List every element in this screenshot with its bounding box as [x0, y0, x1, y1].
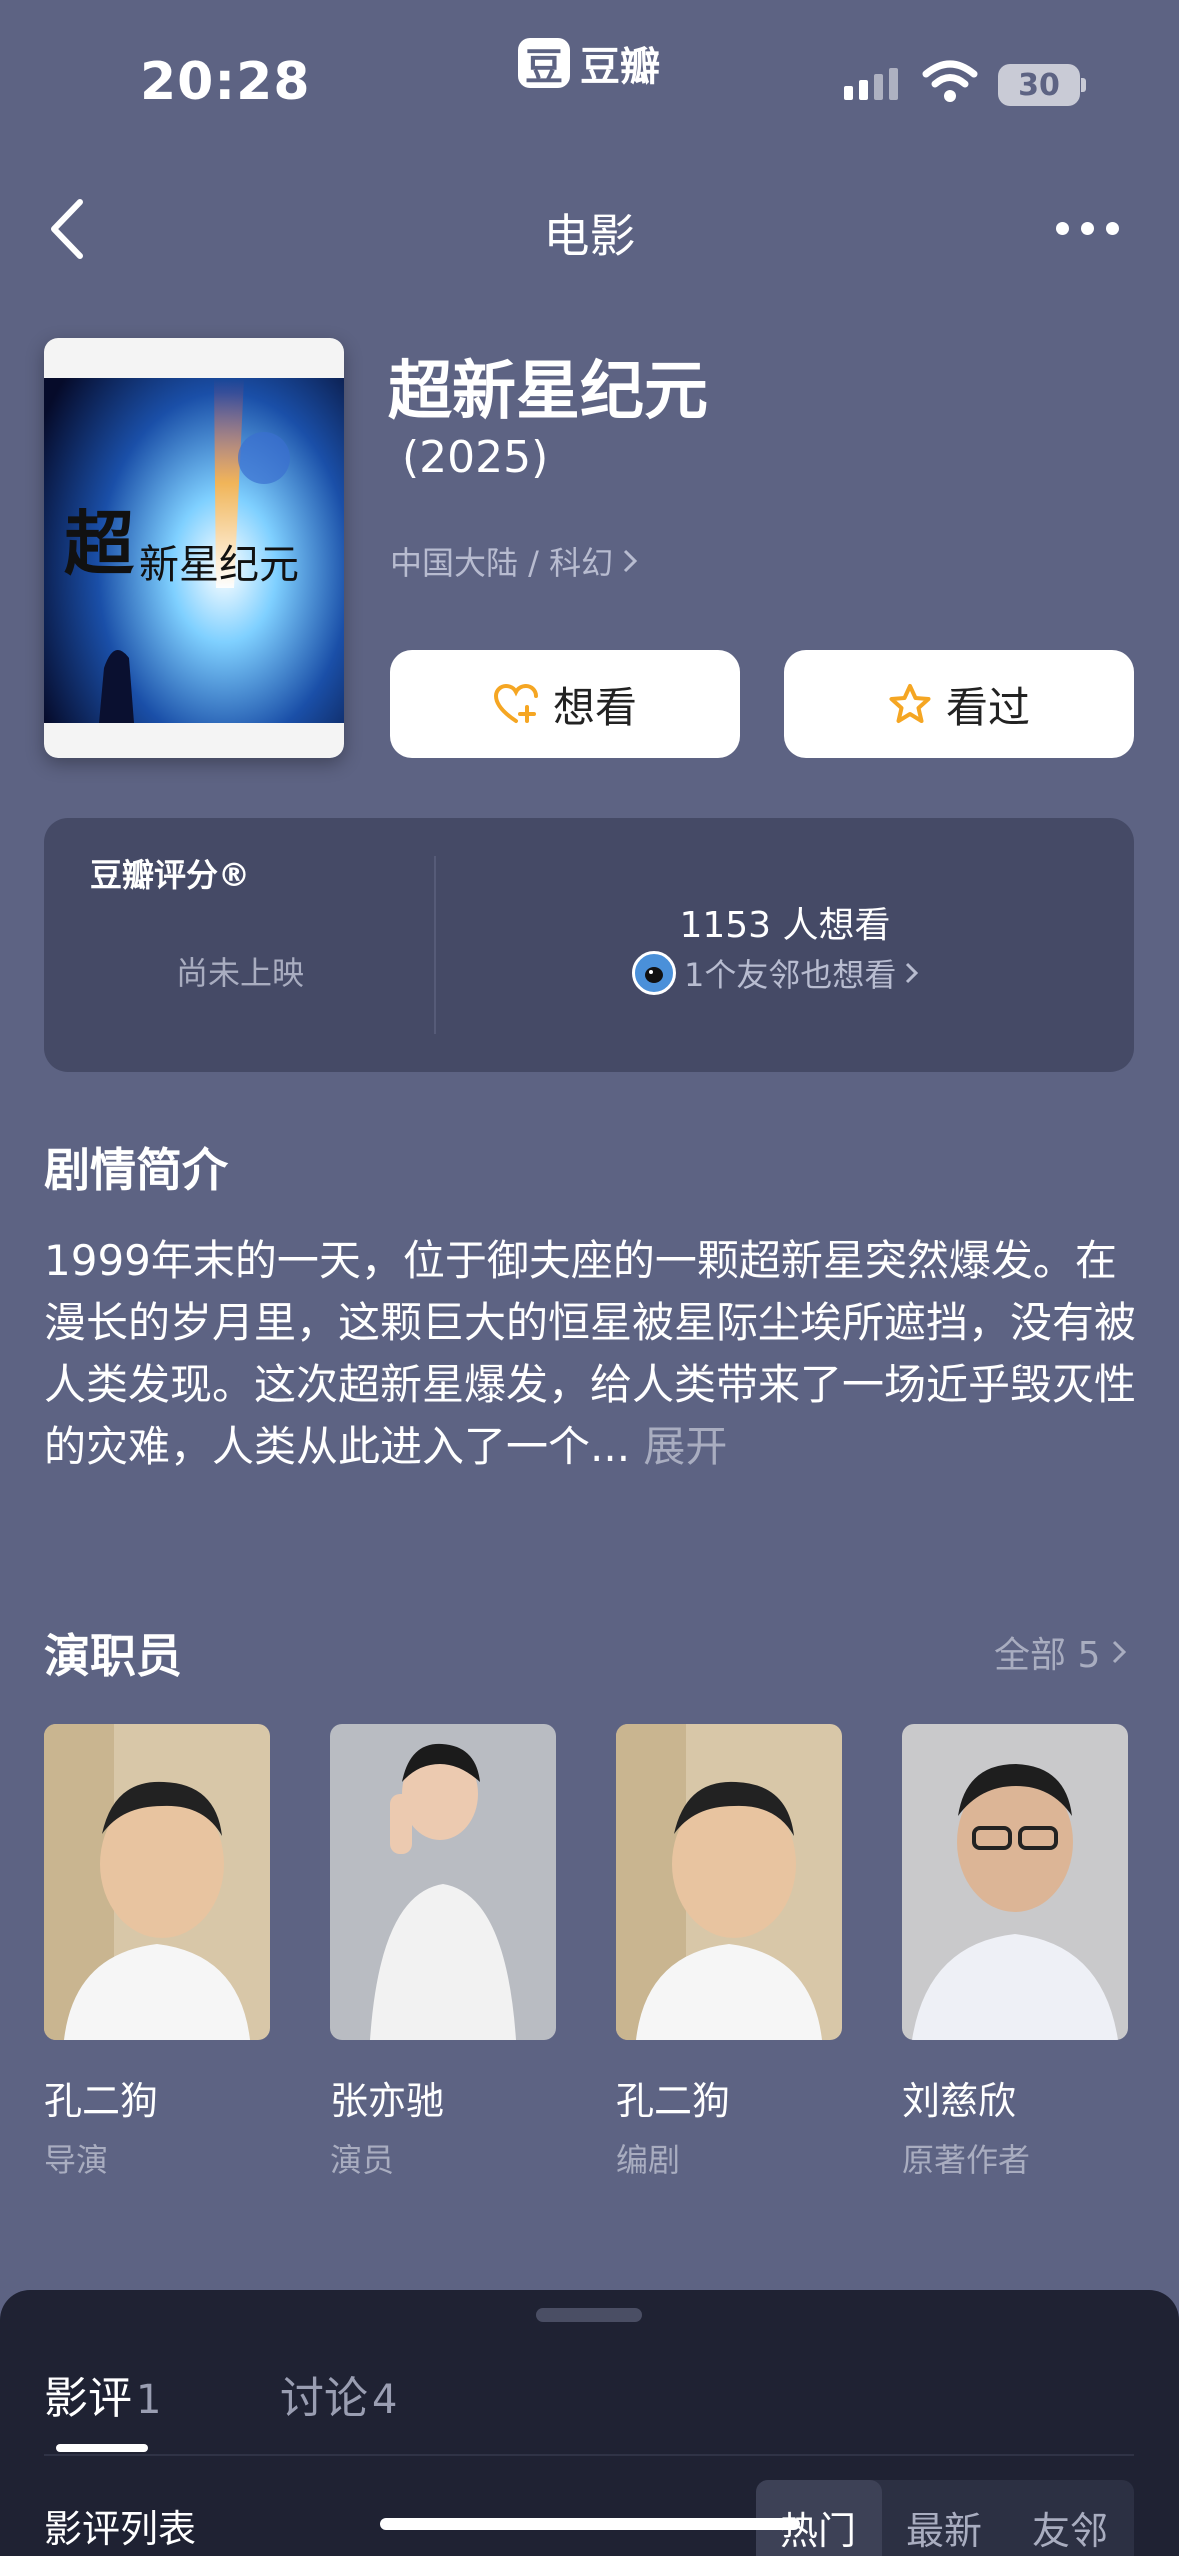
seen-label: 看过: [945, 682, 1030, 732]
cast-photo: [330, 1724, 556, 2040]
rating-status: 尚未上映: [175, 954, 304, 992]
cast-photo: [616, 1724, 842, 2040]
cast-all-link[interactable]: 全部 5: [994, 1626, 1128, 1678]
rating-label: 豆瓣评分®: [90, 856, 251, 894]
battery-icon: 30: [998, 64, 1080, 106]
cast-role: 导演: [44, 2141, 109, 2179]
battery-tip: [1081, 78, 1086, 92]
status-time: 20:28: [140, 52, 311, 112]
svg-text:超: 超: [64, 502, 135, 585]
tab-discussion[interactable]: 讨论 4: [280, 2362, 397, 2426]
app-badge: 豆 豆瓣: [518, 34, 660, 92]
cast-name: 张亦驰: [330, 2079, 445, 2123]
want-count: 1153 人想看: [679, 905, 891, 946]
friends-want-link[interactable]: 1个友邻也想看: [632, 950, 920, 996]
tab-reviews[interactable]: 影评 1: [44, 2362, 161, 2426]
movie-title: 超新星纪元: [388, 355, 708, 429]
more-options-icon[interactable]: [1056, 222, 1119, 235]
synopsis-body: 1999年末的一天，位于御夫座的一颗超新星突然爆发。在漫长的岁月里，这颗巨大的恒…: [44, 1230, 1144, 1478]
watched-button[interactable]: 看过: [784, 650, 1134, 758]
home-indicator[interactable]: [380, 2518, 800, 2530]
want-label: 想看: [552, 682, 637, 732]
cast-photo: [44, 1724, 270, 2040]
chevron-right-icon: [624, 549, 638, 573]
cast-member[interactable]: 孔二狗 导演: [44, 1724, 270, 2181]
svg-text:新星纪元: 新星纪元: [139, 542, 299, 588]
cast-role: 原著作者: [902, 2141, 1031, 2179]
tab-reviews-label: 影评: [44, 2373, 132, 2424]
cellular-signal-icon: [844, 68, 898, 100]
movie-meta-link[interactable]: 中国大陆 / 科幻: [390, 538, 639, 584]
bird-avatar-icon: [645, 967, 663, 983]
tab-divider: [44, 2454, 1134, 2456]
movie-poster[interactable]: 超 新星纪元: [44, 338, 344, 758]
filter-latest[interactable]: 最新: [906, 2500, 982, 2555]
movie-year: (2025): [402, 432, 549, 483]
douban-logo-icon: 豆: [518, 38, 570, 89]
chevron-right-icon: [906, 962, 919, 984]
synopsis-heading: 剧情简介: [44, 1143, 228, 1197]
tab-discussion-label: 讨论: [280, 2373, 368, 2424]
cast-all-label: 全部 5: [994, 1635, 1101, 1676]
cast-heading: 演职员: [44, 1629, 182, 1683]
wifi-icon: [922, 60, 978, 102]
cast-member[interactable]: 张亦驰 演员: [330, 1724, 556, 2181]
cast-name: 孔二狗: [44, 2079, 159, 2123]
movie-meta-text: 中国大陆 / 科幻: [390, 544, 614, 582]
filter-friends[interactable]: 友邻: [1032, 2500, 1108, 2555]
star-icon: [889, 684, 931, 723]
cast-member[interactable]: 孔二狗 编剧: [616, 1724, 842, 2181]
rating-divider: [434, 856, 436, 1034]
cast-member[interactable]: 刘慈欣 原著作者: [902, 1724, 1128, 2181]
want-to-watch-button[interactable]: 想看: [390, 650, 740, 758]
app-name: 豆瓣: [580, 44, 660, 90]
cast-role: 演员: [330, 2141, 395, 2179]
cast-role: 编剧: [616, 2141, 681, 2179]
chevron-right-icon: [1113, 1640, 1127, 1664]
synopsis-text: 1999年末的一天，位于御夫座的一颗超新星突然爆发。在漫长的岁月里，这颗巨大的恒…: [44, 1236, 1137, 1471]
cast-name: 刘慈欣: [902, 2079, 1017, 2123]
active-tab-indicator: [56, 2444, 148, 2452]
review-list-label: 影评列表: [44, 2507, 197, 2551]
friend-avatar: [632, 951, 676, 995]
friends-text: 1个友邻也想看: [684, 956, 897, 994]
cast-photo: [902, 1724, 1128, 2040]
heart-plus-icon: [493, 683, 538, 723]
tab-discussion-count: 4: [372, 2377, 398, 2423]
cast-list: 孔二狗 导演 张亦驰 演员 孔二狗 编剧 刘慈欣 原著作者: [44, 1724, 1128, 2181]
page-title: 电影: [543, 209, 636, 263]
cast-name: 孔二狗: [616, 2079, 731, 2123]
tab-reviews-count: 1: [136, 2377, 162, 2423]
synopsis-expand-link[interactable]: 展开: [643, 1422, 727, 1471]
sheet-drag-handle[interactable]: [536, 2308, 642, 2322]
